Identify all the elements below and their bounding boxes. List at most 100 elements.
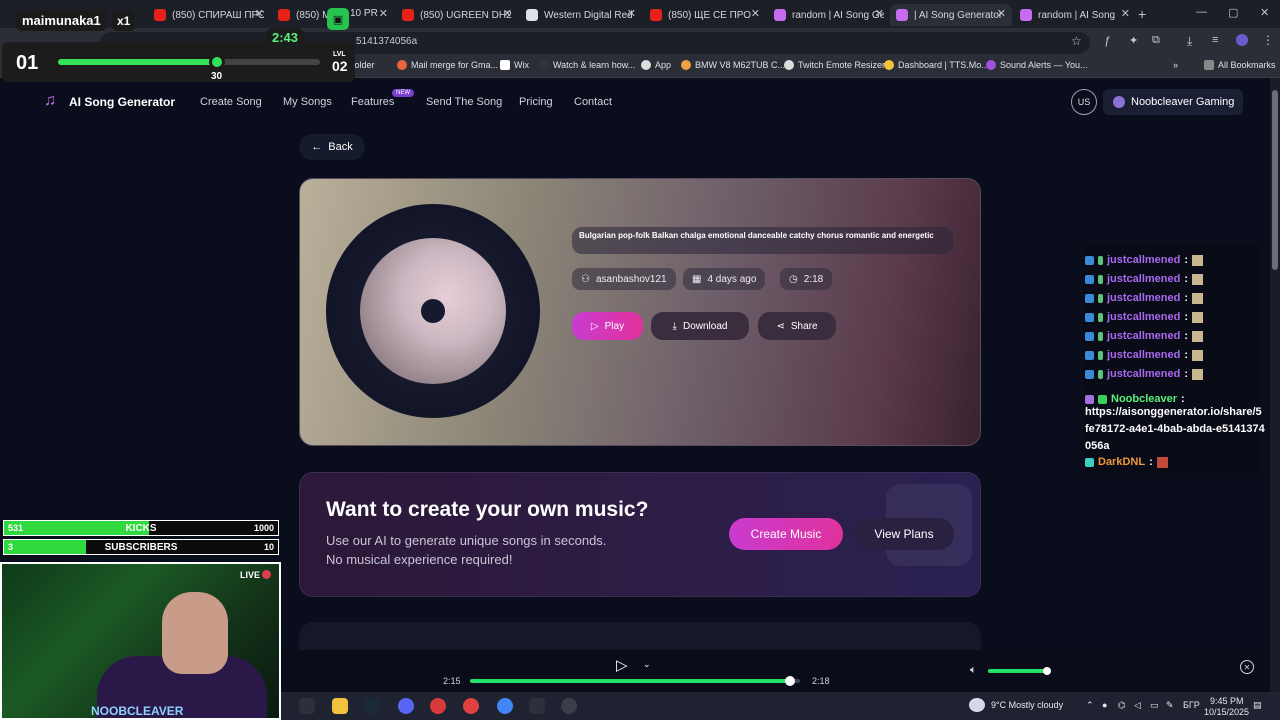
play-button[interactable]: ▷ Play	[572, 312, 643, 340]
close-icon[interactable]: ✕	[875, 7, 884, 20]
bookmark-bmw[interactable]: BMW V8 M62TUB C...	[681, 60, 785, 70]
star-icon[interactable]: ☆	[1071, 34, 1082, 48]
chat-username: justcallmened	[1107, 273, 1181, 285]
bookmark-twitch-emote[interactable]: Twitch Emote Resizer	[784, 60, 885, 70]
menu-icon[interactable]: ⋮	[1262, 33, 1274, 47]
mic-icon[interactable]: ●	[1102, 700, 1107, 710]
bookmark-app[interactable]: App	[641, 60, 671, 70]
play-icon[interactable]: ▷	[616, 656, 628, 674]
scrollbar[interactable]	[1270, 78, 1280, 698]
tab-ai-song-2[interactable]: random | AI Song ✕	[1014, 4, 1136, 26]
bookmark-sound-alerts[interactable]: Sound Alerts — You...	[986, 60, 1088, 70]
volume-knob[interactable]	[1043, 667, 1051, 675]
progress-bar[interactable]	[470, 676, 800, 686]
discord-icon[interactable]	[398, 698, 414, 714]
maximize-icon[interactable]: ▢	[1228, 6, 1238, 19]
cta-text-line-2: No musical experience required!	[326, 552, 513, 567]
language-selector[interactable]: US	[1071, 89, 1097, 115]
extension-icon[interactable]: ✦	[1129, 34, 1138, 47]
close-icon[interactable]: ✕	[379, 7, 388, 20]
youtube-icon	[402, 9, 414, 21]
download-button[interactable]: ⤓ Download	[651, 312, 749, 340]
bookmarks-overflow-icon[interactable]: »	[1173, 60, 1178, 70]
close-window-icon[interactable]: ✕	[1260, 6, 1269, 19]
tab-youtube-1[interactable]: (850) СПИРАШ ПРО ✕	[148, 4, 270, 26]
close-icon[interactable]: ✕	[997, 7, 1006, 20]
badge-icon	[1085, 369, 1094, 379]
chat-username: justcallmened	[1107, 349, 1181, 361]
nav-features[interactable]: Features	[351, 96, 394, 108]
download-icon[interactable]: ⤓	[1187, 34, 1192, 49]
badge-icon	[1085, 255, 1094, 265]
bookmark-tts-dashboard[interactable]: Dashboard | TTS.Mo...	[884, 60, 989, 70]
tab-ai-song-active[interactable]: | AI Song Generator ✕	[890, 4, 1012, 26]
volume-icon[interactable]: 🔈︎	[970, 664, 977, 677]
minimize-icon[interactable]: —	[1196, 6, 1207, 18]
site-logo[interactable]: AI Song Generator	[69, 95, 175, 109]
app-icon[interactable]	[463, 698, 479, 714]
app-icon[interactable]	[529, 698, 545, 714]
obs-icon[interactable]	[430, 698, 446, 714]
user-menu[interactable]: Noobcleaver Gaming	[1103, 89, 1243, 115]
battery-icon[interactable]: ▭	[1150, 700, 1159, 711]
chat-colon: :	[1184, 311, 1189, 323]
badge-icon	[1098, 350, 1103, 360]
notifications-icon[interactable]: ▤	[1253, 700, 1262, 711]
nav-my-songs[interactable]: My Songs	[283, 96, 332, 108]
network-icon[interactable]: ⌬	[1118, 700, 1126, 711]
puzzle-icon[interactable]: ⧉	[1152, 34, 1160, 47]
progress-fill	[470, 679, 791, 683]
bookmark-folder[interactable]: folder	[352, 60, 375, 70]
close-icon[interactable]: ✕	[255, 7, 264, 20]
bookmark-mail-merge[interactable]: Mail merge for Gma...	[397, 60, 498, 70]
scrollbar-thumb[interactable]	[1272, 90, 1278, 270]
nav-contact[interactable]: Contact	[574, 96, 612, 108]
bookmark-wix[interactable]: Wix	[500, 60, 529, 70]
close-icon[interactable]: ✕	[627, 7, 636, 20]
nav-send-the-song[interactable]: Send The Song	[426, 96, 502, 108]
steam-icon[interactable]	[364, 698, 380, 714]
volume-slider[interactable]	[988, 669, 1048, 673]
bookmark-watch-learn[interactable]: Watch & learn how...	[539, 60, 635, 70]
chevron-down-icon[interactable]: ⌄	[643, 659, 651, 670]
language-indicator[interactable]: БГР	[1183, 700, 1200, 710]
badge-icon	[1085, 312, 1094, 322]
app-icon[interactable]	[299, 698, 315, 714]
extension-icon[interactable]: ƒ	[1104, 35, 1110, 47]
music-note-icon	[774, 9, 786, 21]
clock-time[interactable]: 9:45 PM	[1210, 696, 1244, 706]
pen-icon[interactable]: ✎	[1166, 700, 1174, 711]
new-tab-icon[interactable]: +	[1138, 6, 1146, 22]
clock-date[interactable]: 10/15/2025	[1204, 707, 1249, 717]
chat-username: justcallmened	[1107, 311, 1181, 323]
chrome-icon[interactable]	[497, 698, 513, 714]
file-explorer-icon[interactable]	[332, 698, 348, 714]
tab-ai-song-1[interactable]: random | AI Song Ge ✕	[768, 4, 890, 26]
weather-icon[interactable]	[969, 698, 985, 712]
live-label: LIVE	[240, 570, 261, 580]
nav-pricing[interactable]: Pricing	[519, 96, 553, 108]
music-note-icon	[896, 9, 908, 21]
speaker-icon[interactable]: ◁	[1134, 700, 1141, 711]
tab-youtube-3[interactable]: (850) UGREEN DH23 ✕	[396, 4, 518, 26]
back-button[interactable]: ← Back	[299, 134, 365, 160]
song-author[interactable]: ⚇ asanbashov121	[572, 268, 676, 290]
view-plans-button[interactable]: View Plans	[854, 518, 954, 550]
all-bookmarks[interactable]: All Bookmarks	[1204, 60, 1276, 70]
close-icon[interactable]: ✕	[751, 7, 760, 20]
media-player-icon[interactable]	[561, 698, 577, 714]
profile-avatar[interactable]	[1236, 34, 1248, 46]
close-icon[interactable]: ✕	[1121, 7, 1130, 20]
chat-message-row: justcallmened:	[1085, 292, 1204, 304]
close-player-icon[interactable]: ✕	[1240, 660, 1254, 674]
share-button[interactable]: ⋖ Share	[758, 312, 836, 340]
chat-username-darkdnl: DarkDNL:	[1085, 456, 1168, 468]
close-icon[interactable]: ✕	[503, 7, 512, 20]
tray-chevron-up-icon[interactable]: ⌃	[1086, 700, 1094, 711]
tab-western-digital[interactable]: Western Digital Red F ✕	[520, 4, 642, 26]
media-icon[interactable]: ≡	[1212, 34, 1218, 46]
nav-create-song[interactable]: Create Song	[200, 96, 262, 108]
tab-youtube-4[interactable]: (850) ЩЕ СЕ ПРО ✕	[644, 4, 766, 26]
create-music-button[interactable]: Create Music	[729, 518, 843, 550]
weather-text[interactable]: 9°C Mostly cloudy	[991, 700, 1063, 710]
